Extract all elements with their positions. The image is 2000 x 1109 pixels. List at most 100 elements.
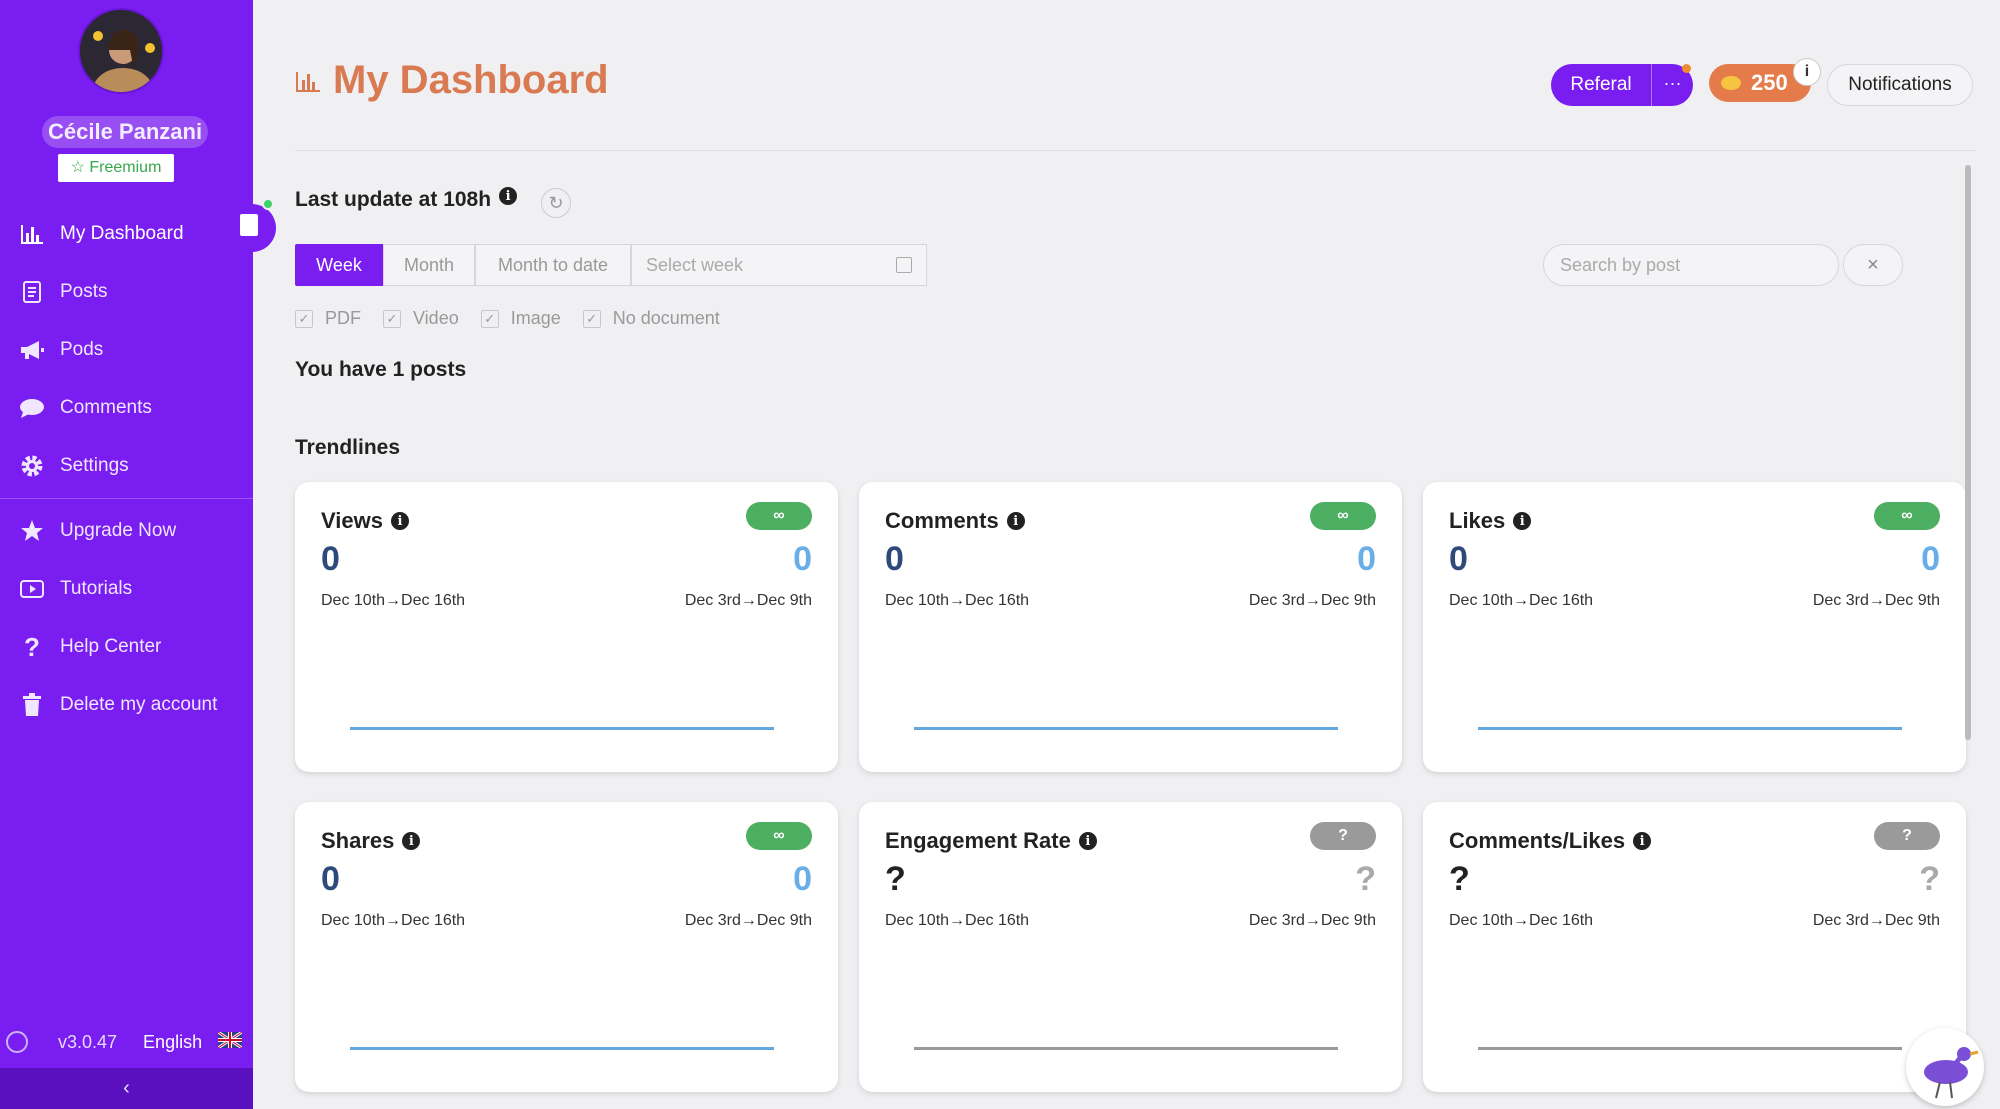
checkbox[interactable]: ✓ (383, 309, 401, 328)
play-icon (18, 575, 46, 603)
trend-badge: ∞ (746, 502, 812, 530)
credits-info-icon[interactable]: i (1793, 58, 1821, 86)
info-icon[interactable]: i (1006, 512, 1025, 530)
previous-range: Dec 3rd→Dec 9th (1248, 912, 1376, 929)
notifications-button[interactable]: Notifications (1827, 64, 1973, 106)
referal-button[interactable]: Referal (1551, 64, 1651, 106)
posts-count: You have 1 posts (295, 358, 467, 381)
metric-card-engagement-rate[interactable]: Engagement Rate i ? ? ? Dec 10th→Dec 16th… (859, 802, 1402, 1092)
gear-icon (18, 452, 46, 480)
checkbox[interactable]: ✓ (582, 309, 601, 328)
sidebar-item-label: Tutorials (60, 578, 133, 599)
previous-value: 0 (1921, 540, 1940, 578)
main-content: My Dashboard Referal ··· 250 i Notificat… (253, 0, 2000, 1109)
sidebar-item-settings[interactable]: Settings (18, 444, 253, 488)
current-range: Dec 10th→Dec 16th (321, 912, 466, 929)
page-title-text: My Dashboard (333, 58, 609, 102)
info-icon[interactable]: i (390, 512, 409, 530)
trend-badge: ∞ (1874, 502, 1940, 530)
tab-week[interactable]: Week (295, 244, 383, 286)
metric-card-views[interactable]: Views i ∞ 0 0 Dec 10th→Dec 16th Dec 3rd→D… (295, 482, 838, 772)
metric-card-shares[interactable]: Shares i ∞ 0 0 Dec 10th→Dec 16th Dec 3rd→… (295, 802, 838, 1092)
page-title: My Dashboard (295, 58, 609, 103)
previous-range: Dec 3rd→Dec 9th (684, 592, 812, 609)
previous-value: 0 (793, 860, 812, 898)
sidebar-item-label: Pods (60, 339, 104, 360)
bar-chart-icon (18, 220, 46, 248)
sidebar-item-delete-account[interactable]: Delete my account (18, 683, 253, 727)
trend-badge: ? (1874, 822, 1940, 850)
filter-video[interactable]: ✓ Video (383, 308, 459, 329)
tab-month-to-date[interactable]: Month to date (475, 244, 631, 286)
metric-title-text: Comments/Likes (1449, 828, 1626, 853)
metric-title-text: Engagement Rate (885, 828, 1071, 853)
week-picker[interactable]: Select week (631, 244, 927, 286)
refresh-icon[interactable] (6, 1031, 28, 1053)
last-update: Last update at 108h i (295, 187, 518, 212)
scrollbar[interactable] (1965, 165, 1971, 740)
previous-range: Dec 3rd→Dec 9th (684, 912, 812, 929)
trend-badge: ∞ (746, 822, 812, 850)
collapse-sidebar-button[interactable]: ‹ (0, 1068, 253, 1109)
coin-icon (1721, 76, 1741, 90)
sidebar-item-help-center[interactable]: ? Help Center (18, 625, 253, 669)
megaphone-icon (18, 336, 46, 364)
current-range: Dec 10th→Dec 16th (321, 592, 466, 609)
info-icon[interactable]: i (402, 832, 421, 850)
credits-value: 250 (1751, 70, 1788, 95)
sidebar-item-pods[interactable]: Pods (18, 328, 253, 372)
plan-label: Freemium (89, 159, 162, 176)
sidebar-item-posts[interactable]: Posts (18, 270, 253, 314)
metric-title: Views i (321, 508, 409, 534)
checkbox[interactable]: ✓ (295, 309, 313, 328)
trend-line (350, 1047, 774, 1050)
sidebar-item-my-dashboard[interactable]: My Dashboard (18, 212, 253, 256)
metric-card-comments[interactable]: Comments i ∞ 0 0 Dec 10th→Dec 16th Dec 3r… (859, 482, 1402, 772)
checkbox[interactable]: ✓ (480, 309, 499, 328)
last-update-text: Last update at 108h (295, 188, 492, 211)
sidebar-item-tutorials[interactable]: Tutorials (18, 567, 253, 611)
metric-title-text: Views (321, 508, 383, 533)
clear-search-button[interactable]: × (1843, 244, 1903, 286)
current-range: Dec 10th→Dec 16th (885, 912, 1030, 929)
current-value: 0 (1449, 540, 1468, 578)
trendlines-heading: Trendlines (295, 436, 401, 459)
sidebar-item-upgrade-now[interactable]: Upgrade Now (18, 509, 253, 553)
refresh-button[interactable]: ↻ (541, 188, 571, 218)
more-options-button[interactable]: ··· (1651, 64, 1693, 106)
previous-value: 0 (793, 540, 812, 578)
sidebar-item-comments[interactable]: Comments (18, 386, 253, 430)
question-icon: ? (24, 631, 40, 662)
filter-no-document[interactable]: ✓ No document (582, 308, 720, 329)
metric-title: Shares i (321, 828, 421, 854)
bar-chart-icon (295, 58, 321, 103)
filter-image[interactable]: ✓ Image (480, 308, 561, 329)
metric-card-comments-likes[interactable]: Comments/Likes i ? ? ? Dec 10th→Dec 16th … (1423, 802, 1966, 1092)
sidebar-item-label: Comments (60, 397, 152, 418)
info-icon[interactable]: i (1078, 832, 1097, 850)
metric-card-likes[interactable]: Likes i ∞ 0 0 Dec 10th→Dec 16th Dec 3rd→D… (1423, 482, 1966, 772)
current-value: ? (885, 860, 906, 898)
sidebar-divider (0, 498, 253, 499)
calendar-icon (896, 257, 912, 273)
avatar[interactable] (78, 8, 164, 94)
metric-title: Engagement Rate i (885, 828, 1097, 854)
speech-bubble-icon (18, 394, 46, 422)
info-icon[interactable]: i (1633, 832, 1652, 850)
document-filters: ✓ PDF ✓ Video ✓ Image ✓ No document (295, 308, 742, 329)
chat-assistant-bird-icon[interactable] (1906, 1028, 1984, 1106)
document-icon (18, 278, 46, 306)
previous-range: Dec 3rd→Dec 9th (1812, 912, 1940, 929)
tab-month[interactable]: Month (383, 244, 475, 286)
language-selector[interactable]: English (143, 1032, 202, 1053)
info-icon[interactable]: i (1513, 512, 1532, 530)
filter-label: PDF (325, 308, 361, 328)
header-divider (295, 150, 1975, 151)
search-input[interactable]: Search by post (1543, 244, 1839, 286)
filter-pdf[interactable]: ✓ PDF (295, 308, 361, 329)
more-icon: ··· (1663, 73, 1682, 93)
chevron-left-icon: ‹ (123, 1077, 130, 1099)
info-icon[interactable]: i (499, 187, 518, 205)
previous-value: 0 (1357, 540, 1376, 578)
plan-badge[interactable]: ☆ Freemium (58, 154, 174, 182)
